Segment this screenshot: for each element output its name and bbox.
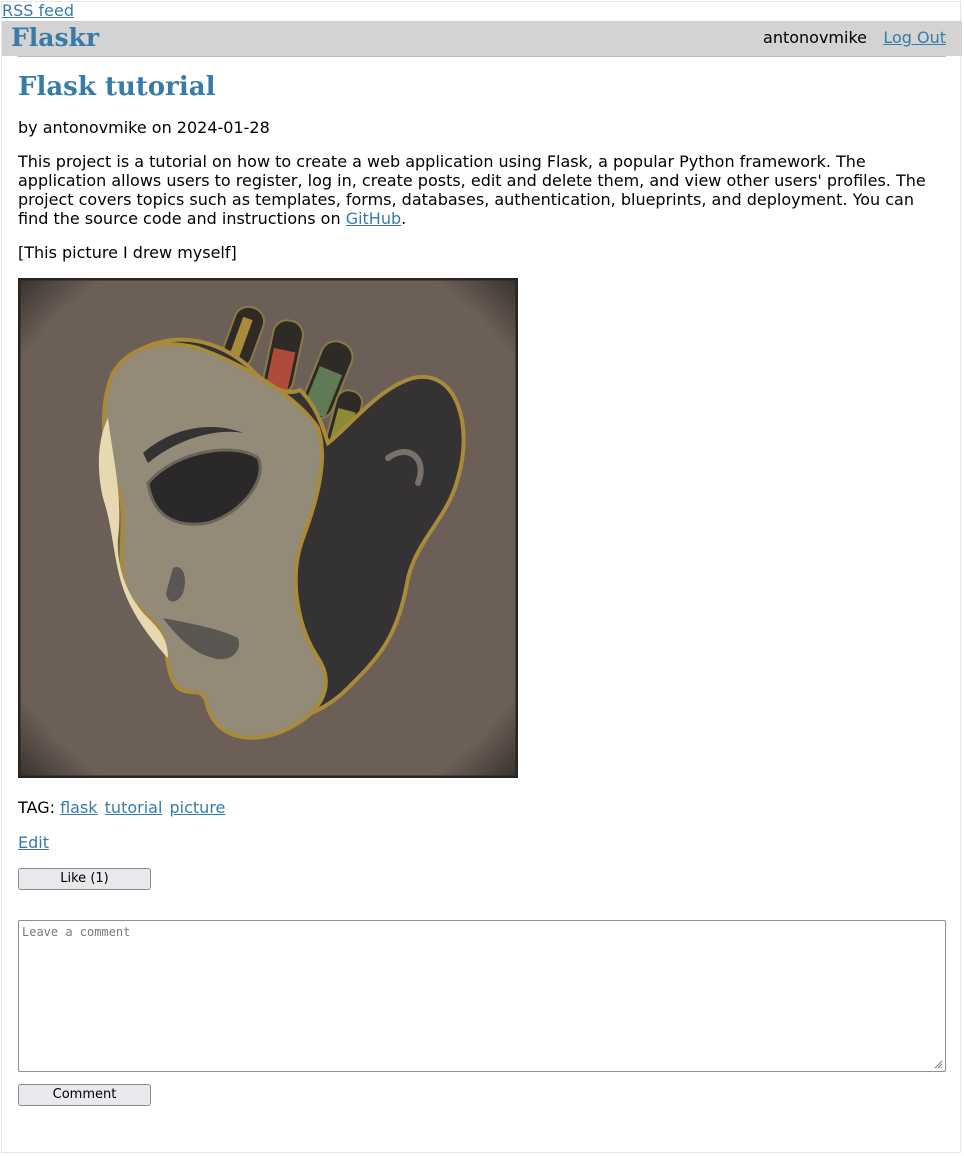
- nav-username: antonovmike: [763, 28, 867, 47]
- post-byline: by antonovmike on 2024-01-28: [18, 118, 270, 137]
- comment-submit-button[interactable]: Comment: [18, 1084, 151, 1106]
- post-title: Flask tutorial: [18, 72, 216, 102]
- logout-link[interactable]: Log Out: [883, 29, 946, 47]
- comment-form: [18, 920, 946, 1072]
- nav-divider: [18, 56, 946, 57]
- github-link[interactable]: GitHub: [346, 209, 401, 228]
- tag-link-picture[interactable]: picture: [170, 798, 226, 817]
- resize-grip-icon[interactable]: [933, 1059, 943, 1069]
- tag-list: TAG: flask tutorial picture: [18, 798, 946, 817]
- edit-link[interactable]: Edit: [18, 833, 49, 852]
- tag-link-flask[interactable]: flask: [60, 798, 97, 817]
- top-nav: Flaskr antonovmike Log Out: [2, 21, 962, 56]
- post-content: Flask tutorial by antonovmike on 2024-01…: [18, 70, 946, 1106]
- like-button[interactable]: Like (1): [18, 868, 151, 890]
- comment-textarea[interactable]: [18, 920, 946, 1072]
- edit-row: Edit: [18, 833, 946, 852]
- post-body-text: This project is a tutorial on how to cre…: [18, 152, 926, 228]
- tag-link-tutorial[interactable]: tutorial: [105, 798, 163, 817]
- flask-head-illustration: [18, 278, 518, 778]
- tag-label: TAG:: [18, 798, 55, 817]
- post-body-end: .: [401, 209, 407, 228]
- post-body: This project is a tutorial on how to cre…: [18, 152, 946, 228]
- image-caption: [This picture I drew myself]: [18, 243, 237, 262]
- brand-title[interactable]: Flaskr: [11, 23, 99, 53]
- rss-feed-link[interactable]: RSS feed: [2, 2, 74, 20]
